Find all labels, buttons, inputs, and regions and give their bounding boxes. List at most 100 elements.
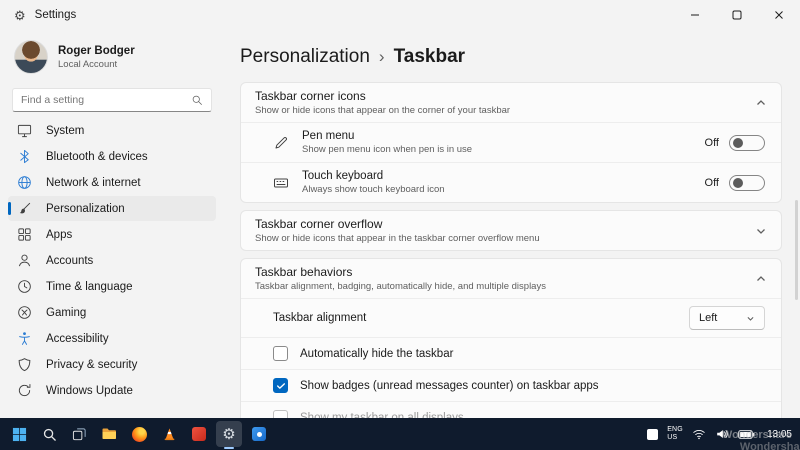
user-account-type: Local Account [58,59,135,70]
maximize-button[interactable] [716,0,758,30]
show-badges-checkbox[interactable] [273,378,288,393]
card-subtitle: Show or hide icons that appear on the co… [255,105,755,116]
sidebar-item-label: Privacy & security [46,359,137,371]
sidebar-item-time-language[interactable]: Time & language [8,274,216,299]
sidebar-item-bluetooth-devices[interactable]: Bluetooth & devices [8,144,216,169]
sidebar-item-label: Network & internet [46,177,141,189]
sidebar-item-label: Accounts [46,255,93,267]
windows-logo-icon [12,427,27,442]
update-refresh-icon [17,383,33,399]
card-taskbar-corner-overflow: Taskbar corner overflow Show or hide ico… [240,210,782,251]
minimize-button[interactable] [674,0,716,30]
volume-icon[interactable] [715,427,729,441]
file-explorer-button[interactable] [96,421,122,447]
card-title: Taskbar corner icons [255,89,755,103]
settings-gear-icon: ⚙ [14,9,26,22]
chevron-up-icon[interactable] [755,273,767,285]
chevron-up-icon[interactable] [755,97,767,109]
sidebar-item-privacy-security[interactable]: Privacy & security [8,352,216,377]
setting-title: Touch keyboard [302,170,445,182]
breadcrumb-personalization[interactable]: Personalization [240,46,370,68]
maximize-icon [732,10,742,20]
minimize-icon [690,10,700,20]
settings-app-button[interactable]: ⚙ [216,421,242,447]
task-view-button[interactable] [66,421,92,447]
card-title: Taskbar corner overflow [255,217,755,231]
close-icon [774,10,784,20]
breadcrumb: Personalization › Taskbar [240,46,782,68]
sidebar-item-system[interactable]: System [8,118,216,143]
vlc-button[interactable] [156,421,182,447]
expander-taskbar-behaviors[interactable]: Taskbar behaviors Taskbar alignment, bad… [241,259,781,298]
sidebar-item-apps[interactable]: Apps [8,222,216,247]
setting-title: Pen menu [302,130,472,142]
app-red-button[interactable] [186,421,212,447]
tray-app-icon[interactable] [647,429,658,440]
dropdown-selected-value: Left [699,312,717,324]
apps-grid-icon [17,227,33,243]
chevron-down-icon[interactable] [755,225,767,237]
gear-icon: ⚙ [222,427,235,442]
toggle-state-label: Off [705,137,719,149]
setting-subtitle: Always show touch keyboard icon [302,184,445,195]
folder-icon [101,426,117,442]
setting-row-show-badges[interactable]: Show badges (unread messages counter) on… [241,369,781,401]
settings-content: Personalization › Taskbar Taskbar corner… [224,30,800,418]
avatar [14,40,48,74]
clock[interactable]: 13:05 [767,429,792,440]
sidebar-item-windows-update[interactable]: Windows Update [8,378,216,403]
shield-icon [17,357,33,373]
close-button[interactable] [758,0,800,30]
personalization-brush-icon [17,201,33,217]
battery-icon[interactable] [738,429,755,440]
user-name: Roger Bodger [58,45,135,57]
sidebar-item-label: Personalization [46,203,125,215]
page-title: Taskbar [394,46,465,68]
sidebar-item-label: Apps [46,229,72,241]
sidebar-item-label: Bluetooth & devices [46,151,148,163]
chevron-down-icon [746,314,755,323]
touch-keyboard-toggle[interactable] [729,175,765,191]
pen-menu-toggle[interactable] [729,135,765,151]
titlebar: ⚙ Settings [0,0,800,30]
expander-taskbar-corner-icons[interactable]: Taskbar corner icons Show or hide icons … [241,83,781,122]
auto-hide-checkbox[interactable] [273,346,288,361]
task-view-icon [72,427,87,442]
search-icon [42,427,57,442]
sidebar-item-accounts[interactable]: Accounts [8,248,216,273]
watermark: Wondershare [740,441,800,450]
clock-icon [17,279,33,295]
sidebar-item-label: System [46,125,84,137]
window-title: Settings [35,9,77,21]
sidebar: Roger Bodger Local Account System Blueto… [0,30,224,418]
expander-taskbar-corner-overflow[interactable]: Taskbar corner overflow Show or hide ico… [241,211,781,250]
taskbar-alignment-dropdown[interactable]: Left [689,306,765,330]
firefox-button[interactable] [126,421,152,447]
accounts-person-icon [17,253,33,269]
taskbar-search-button[interactable] [36,421,62,447]
app-blue-button[interactable] [246,421,272,447]
sidebar-item-accessibility[interactable]: Accessibility [8,326,216,351]
touch-keyboard-icon [273,175,289,191]
setting-row-auto-hide[interactable]: Automatically hide the taskbar [241,337,781,369]
card-taskbar-corner-icons: Taskbar corner icons Show or hide icons … [240,82,782,203]
sidebar-item-personalization[interactable]: Personalization [8,196,216,221]
search-box[interactable] [12,88,212,112]
checkbox-label: Automatically hide the taskbar [300,348,453,360]
search-input[interactable] [21,94,191,106]
accessibility-person-icon [17,331,33,347]
sidebar-item-label: Accessibility [46,333,109,345]
taskbar: ⚙ ENG US 13:05 Wondershare Wondershare [0,418,800,450]
start-button[interactable] [6,421,32,447]
red-app-icon [192,427,206,441]
wifi-icon[interactable] [692,427,706,441]
language-line1: ENG [667,426,683,434]
scrollbar[interactable] [795,200,798,300]
check-icon [276,381,286,391]
sidebar-item-label: Time & language [46,281,133,293]
sidebar-item-network-internet[interactable]: Network & internet [8,170,216,195]
language-indicator[interactable]: ENG US [667,426,683,442]
card-subtitle: Taskbar alignment, badging, automaticall… [255,281,755,292]
user-account[interactable]: Roger Bodger Local Account [0,30,224,78]
sidebar-item-gaming[interactable]: Gaming [8,300,216,325]
